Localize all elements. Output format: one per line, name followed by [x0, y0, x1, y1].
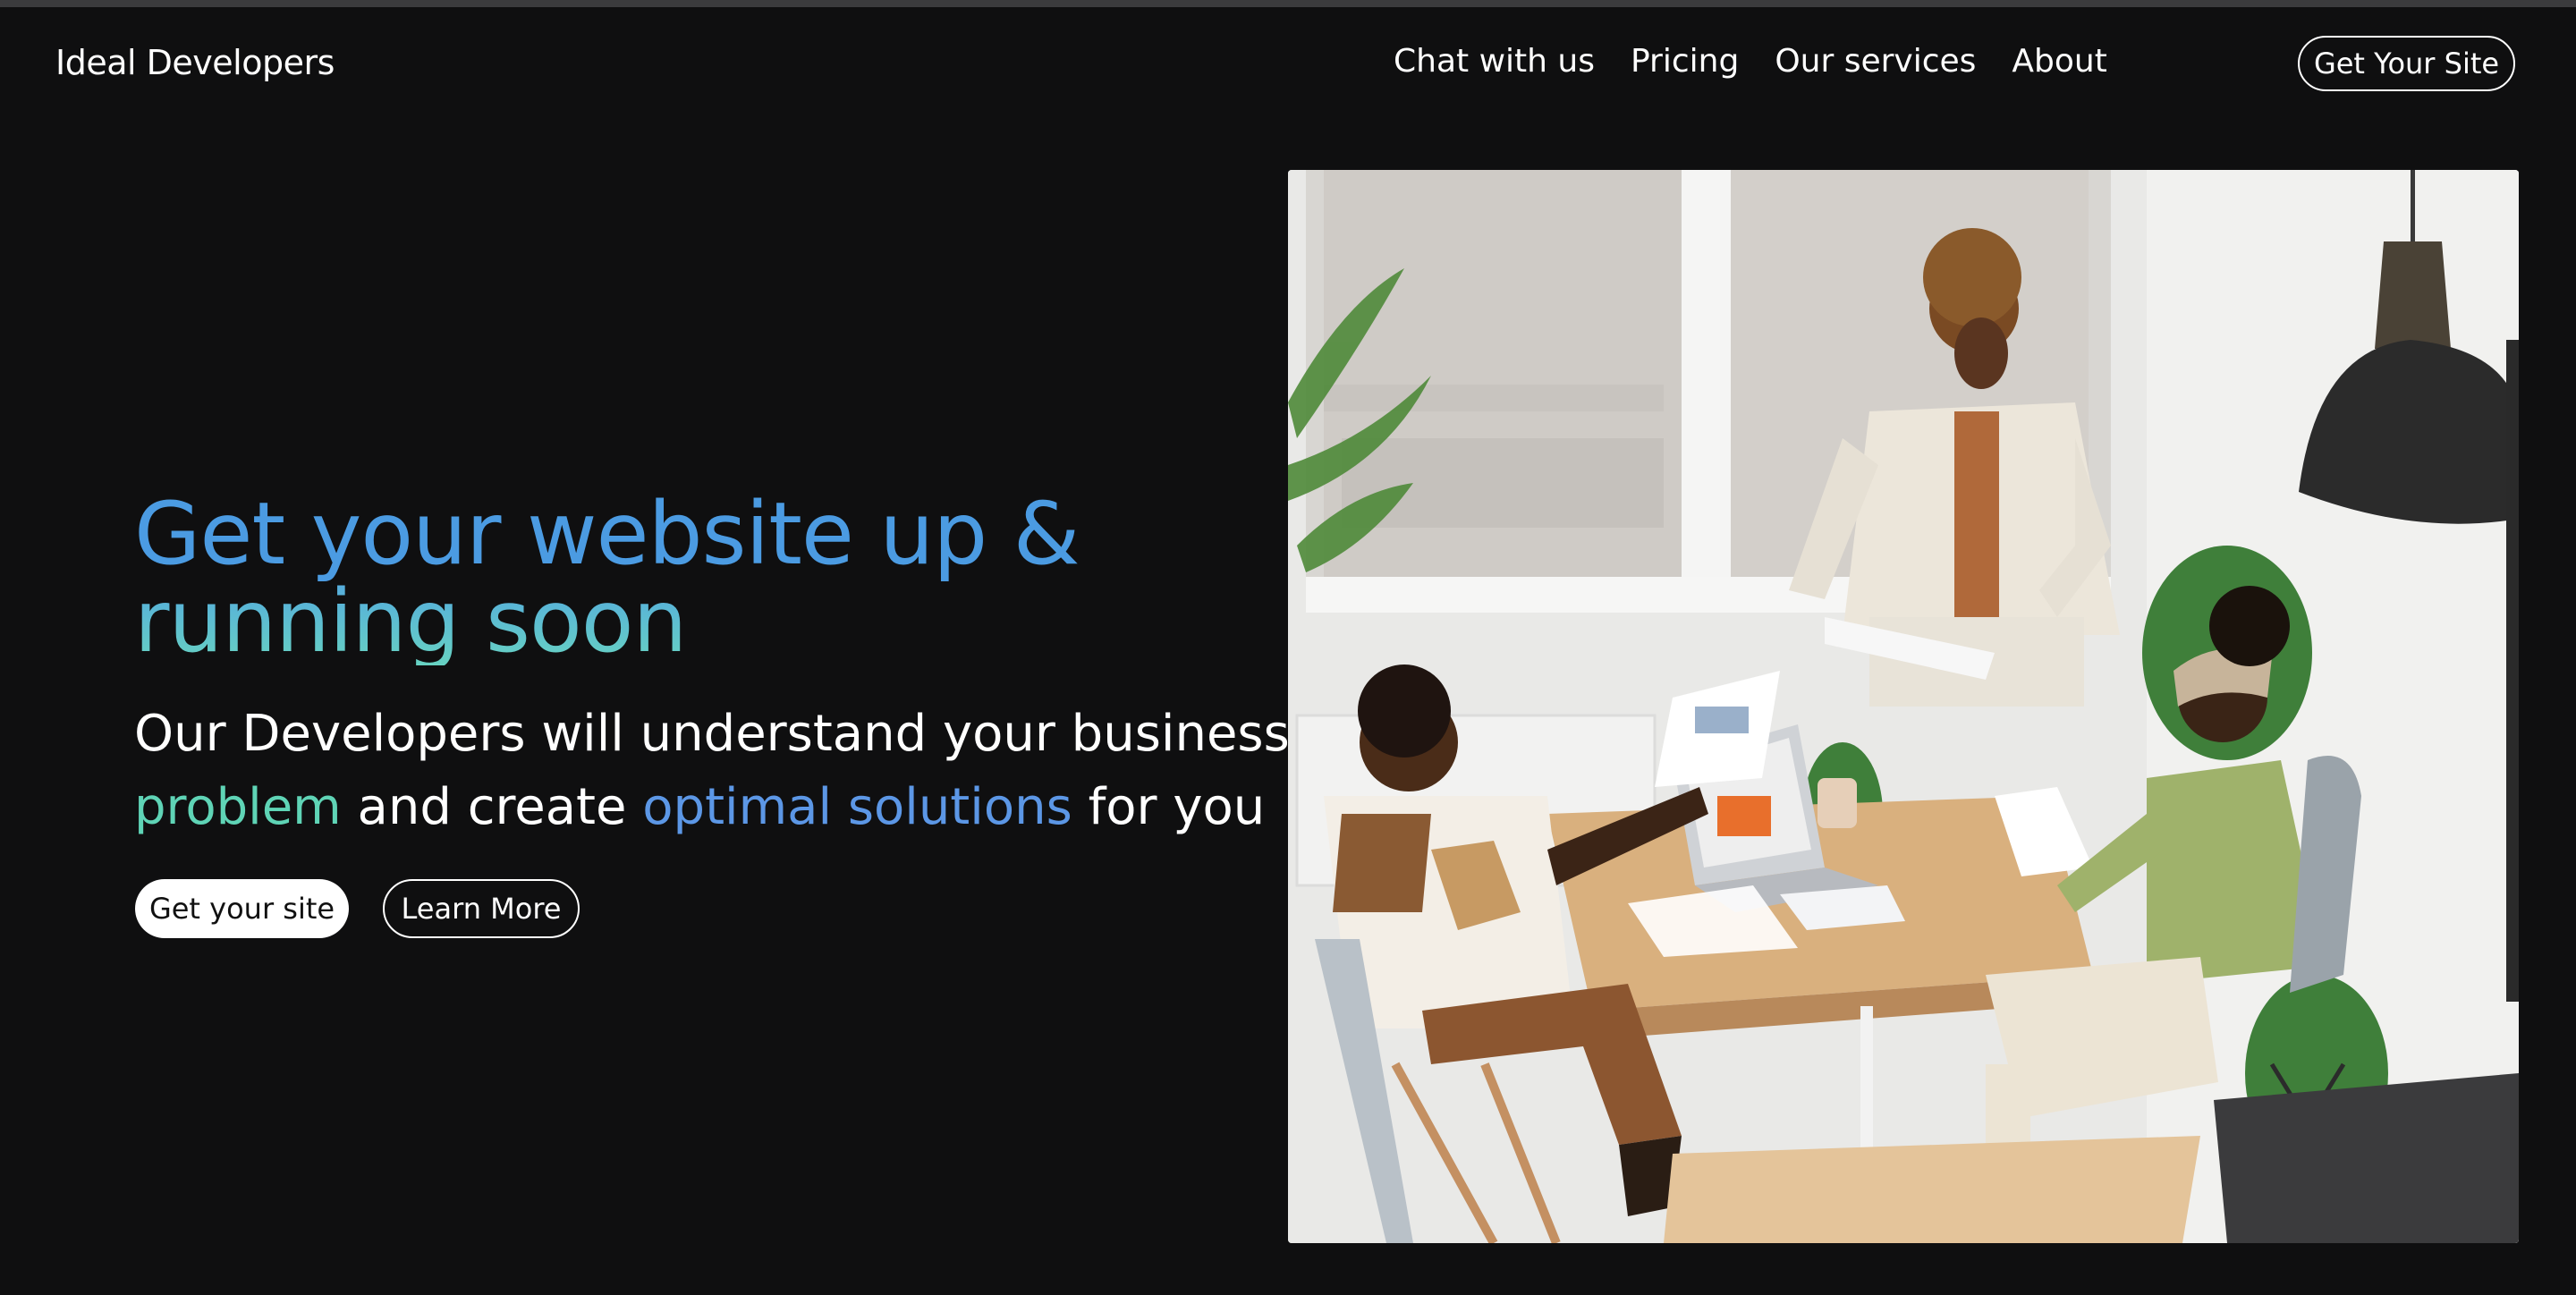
nav-item-about[interactable]: About — [2012, 43, 2106, 80]
hero-headline-line1: Get your website up & — [134, 484, 1080, 584]
learn-more-button[interactable]: Learn More — [383, 879, 580, 938]
nav-item-pricing[interactable]: Pricing — [1631, 43, 1739, 80]
subheadline-line2: problem and create optimal solutions for… — [134, 771, 1290, 844]
subheadline-line1: Our Developers will understand your busi… — [134, 705, 1290, 763]
nav-item-services[interactable]: Our services — [1775, 43, 1976, 80]
get-your-site-nav-button[interactable]: Get Your Site — [2298, 36, 2515, 91]
hero-headline: Get your website up & running soon — [134, 490, 1080, 665]
subheadline-problem: problem — [134, 778, 342, 836]
window-top-border — [0, 0, 2576, 7]
get-your-site-button[interactable]: Get your site — [135, 879, 349, 938]
nav-item-chat[interactable]: Chat with us — [1394, 43, 1595, 80]
main-nav: Chat with us Pricing Our services About — [1394, 43, 2107, 80]
subheadline-and-create: and create — [357, 778, 627, 836]
subheadline-for-you: for you — [1088, 778, 1266, 836]
hero-headline-line2: running soon — [134, 571, 687, 672]
subheadline-optimal-solutions: optimal solutions — [642, 778, 1072, 836]
brand-logo[interactable]: Ideal Developers — [55, 43, 335, 82]
hero-photo-team-meeting — [1288, 170, 2519, 1243]
hero-subheadline: Our Developers will understand your busi… — [134, 698, 1290, 844]
hero-photo-illustration — [1288, 170, 2519, 1243]
